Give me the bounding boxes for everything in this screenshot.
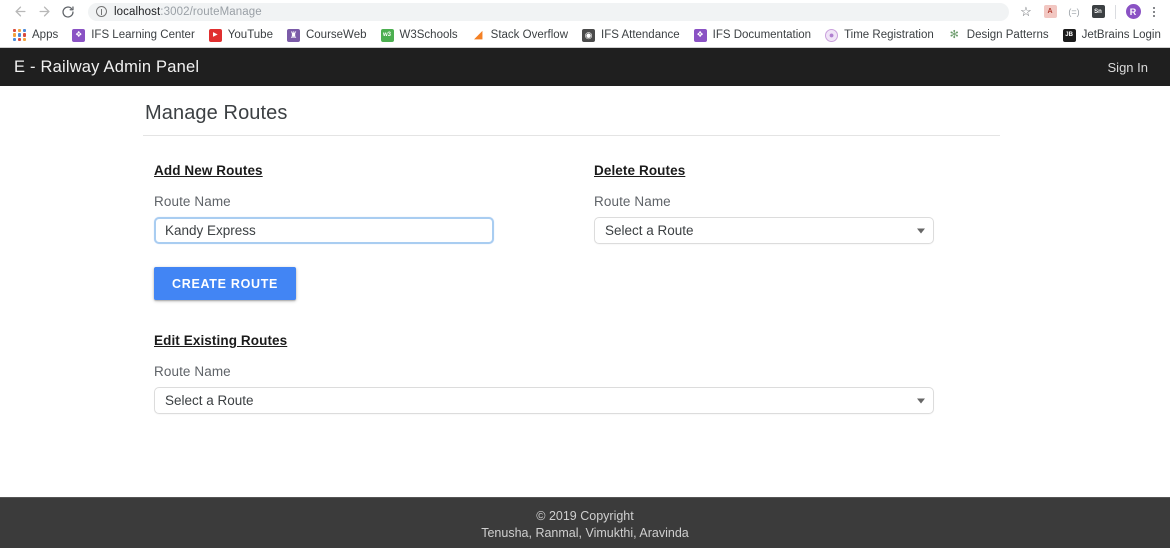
bookmark-courseweb[interactable]: ♜ CourseWeb [280, 25, 374, 45]
bookmark-label: Apps [32, 29, 59, 41]
sign-in-link[interactable]: Sign In [1100, 56, 1156, 79]
adobe-acrobat-extension-icon[interactable]: A [1039, 2, 1061, 22]
address-bar[interactable]: localhost:3002/routeManage [88, 2, 1009, 21]
toolbar-divider [1115, 4, 1116, 19]
bookmark-label: IFS Attendance [601, 29, 680, 41]
bookmark-apps[interactable]: Apps [6, 25, 65, 45]
bookmark-label: Design Patterns [966, 29, 1049, 41]
three-dot-menu-icon[interactable] [1146, 2, 1162, 22]
courseweb-icon: ♜ [286, 28, 300, 42]
bookmark-design-patterns[interactable]: ✻ Design Patterns [941, 25, 1056, 45]
bookmark-stack-overflow[interactable]: ◢ Stack Overflow [465, 25, 575, 45]
chevron-down-icon [917, 228, 925, 233]
dot [1153, 10, 1155, 13]
avatar: R [1125, 4, 1141, 19]
ifs-icon: ❖ [72, 28, 86, 42]
footer-authors: Tenusha, Ranmal, Vimukthi, Aravinda [481, 526, 689, 540]
page-info-icon[interactable] [96, 6, 107, 17]
page-body: E - Railway Admin Panel Sign In Manage R… [0, 48, 1170, 548]
bookmark-label: Time Registration [844, 29, 934, 41]
w3schools-icon: w3 [380, 28, 394, 42]
add-route-name-label: Route Name [154, 194, 231, 209]
page-brand-title: E - Railway Admin Panel [14, 57, 200, 76]
bookmark-label: YouTube [227, 29, 273, 41]
youtube-icon: ▶ [208, 28, 222, 42]
edit-routes-section: Edit Existing Routes Route Name Select a… [143, 332, 1170, 414]
sn-extension-icon[interactable]: Sn [1087, 2, 1109, 22]
footer-copyright: © 2019 Copyright [536, 509, 634, 523]
dot [1153, 6, 1155, 9]
apps-grid-icon [13, 28, 26, 42]
edit-route-select[interactable]: Select a Route [154, 387, 934, 414]
bookmark-label: CourseWeb [305, 29, 367, 41]
create-route-button[interactable]: CREATE ROUTE [154, 267, 297, 300]
reload-button[interactable] [56, 2, 80, 22]
browser-chrome: localhost:3002/routeManage ☆ A (=) Sn R [0, 0, 1170, 48]
add-routes-section: Add New Routes Route Name CREATE ROUTE [143, 162, 583, 300]
bookmark-ifs-documentation[interactable]: ❖ IFS Documentation [687, 25, 818, 45]
back-button[interactable] [8, 2, 32, 22]
bookmark-ifs-attendance[interactable]: ◉ IFS Attendance [575, 25, 687, 45]
delete-routes-heading: Delete Routes [594, 163, 686, 178]
design-patterns-icon: ✻ [949, 28, 959, 41]
stack-overflow-icon: ◢ [473, 28, 483, 41]
bookmark-label: W3Schools [399, 29, 458, 41]
form-columns: Add New Routes Route Name CREATE ROUTE D… [143, 162, 1170, 300]
edit-route-select-wrapper: Select a Route [154, 387, 934, 414]
page-title: Manage Routes [145, 102, 288, 124]
url-text: localhost:3002/routeManage [114, 6, 262, 18]
add-route-name-input[interactable] [154, 217, 494, 244]
delete-route-select-wrapper: Select a Route [594, 217, 934, 244]
edit-route-select-value: Select a Route [165, 393, 254, 408]
bookmark-w3schools[interactable]: w3 W3Schools [374, 25, 465, 45]
bookmark-label: JetBrains Login [1081, 29, 1161, 41]
delete-route-name-label: Route Name [594, 194, 671, 209]
ifs-icon: ❖ [693, 28, 707, 42]
url-host: localhost [114, 5, 161, 18]
jetbrains-icon: JB [1062, 28, 1076, 42]
chevron-down-icon [917, 398, 925, 403]
forward-button[interactable] [32, 2, 56, 22]
delete-routes-section: Delete Routes Route Name Select a Route [583, 162, 983, 300]
url-path: :3002/routeManage [160, 5, 262, 18]
bookmarks-bar: Apps ❖ IFS Learning Center ▶ YouTube ♜ C… [0, 23, 1170, 47]
globe-icon: ◉ [582, 28, 595, 42]
grammarly-extension-icon[interactable]: (=) [1063, 2, 1085, 22]
browser-toolbar: localhost:3002/routeManage ☆ A (=) Sn R [0, 0, 1170, 23]
profile-button[interactable]: R [1122, 2, 1144, 22]
dot [1153, 14, 1155, 17]
bookmark-label: IFS Learning Center [91, 29, 195, 41]
add-routes-heading: Add New Routes [154, 163, 263, 178]
toolbar-actions: ☆ A (=) Sn R [1009, 2, 1162, 22]
clock-icon: ● [825, 28, 839, 42]
bookmark-time-registration[interactable]: ● Time Registration [818, 25, 941, 45]
delete-route-select[interactable]: Select a Route [594, 217, 934, 244]
edit-route-name-label: Route Name [154, 364, 231, 379]
title-divider [143, 135, 1000, 136]
bookmark-youtube[interactable]: ▶ YouTube [202, 25, 280, 45]
delete-route-select-value: Select a Route [605, 223, 694, 238]
edit-routes-heading: Edit Existing Routes [154, 333, 288, 348]
bookmark-label: IFS Documentation [712, 29, 812, 41]
bookmark-jetbrains-login[interactable]: JB JetBrains Login [1056, 25, 1168, 45]
main-content: Manage Routes Add New Routes Route Name … [0, 86, 1170, 414]
bookmark-label: Stack Overflow [490, 29, 568, 41]
app-header: E - Railway Admin Panel Sign In [0, 48, 1170, 86]
bookmark-ifs-learning-center[interactable]: ❖ IFS Learning Center [65, 25, 202, 45]
page-footer: © 2019 Copyright Tenusha, Ranmal, Vimukt… [0, 497, 1170, 548]
bookmark-star-icon[interactable]: ☆ [1015, 2, 1037, 22]
